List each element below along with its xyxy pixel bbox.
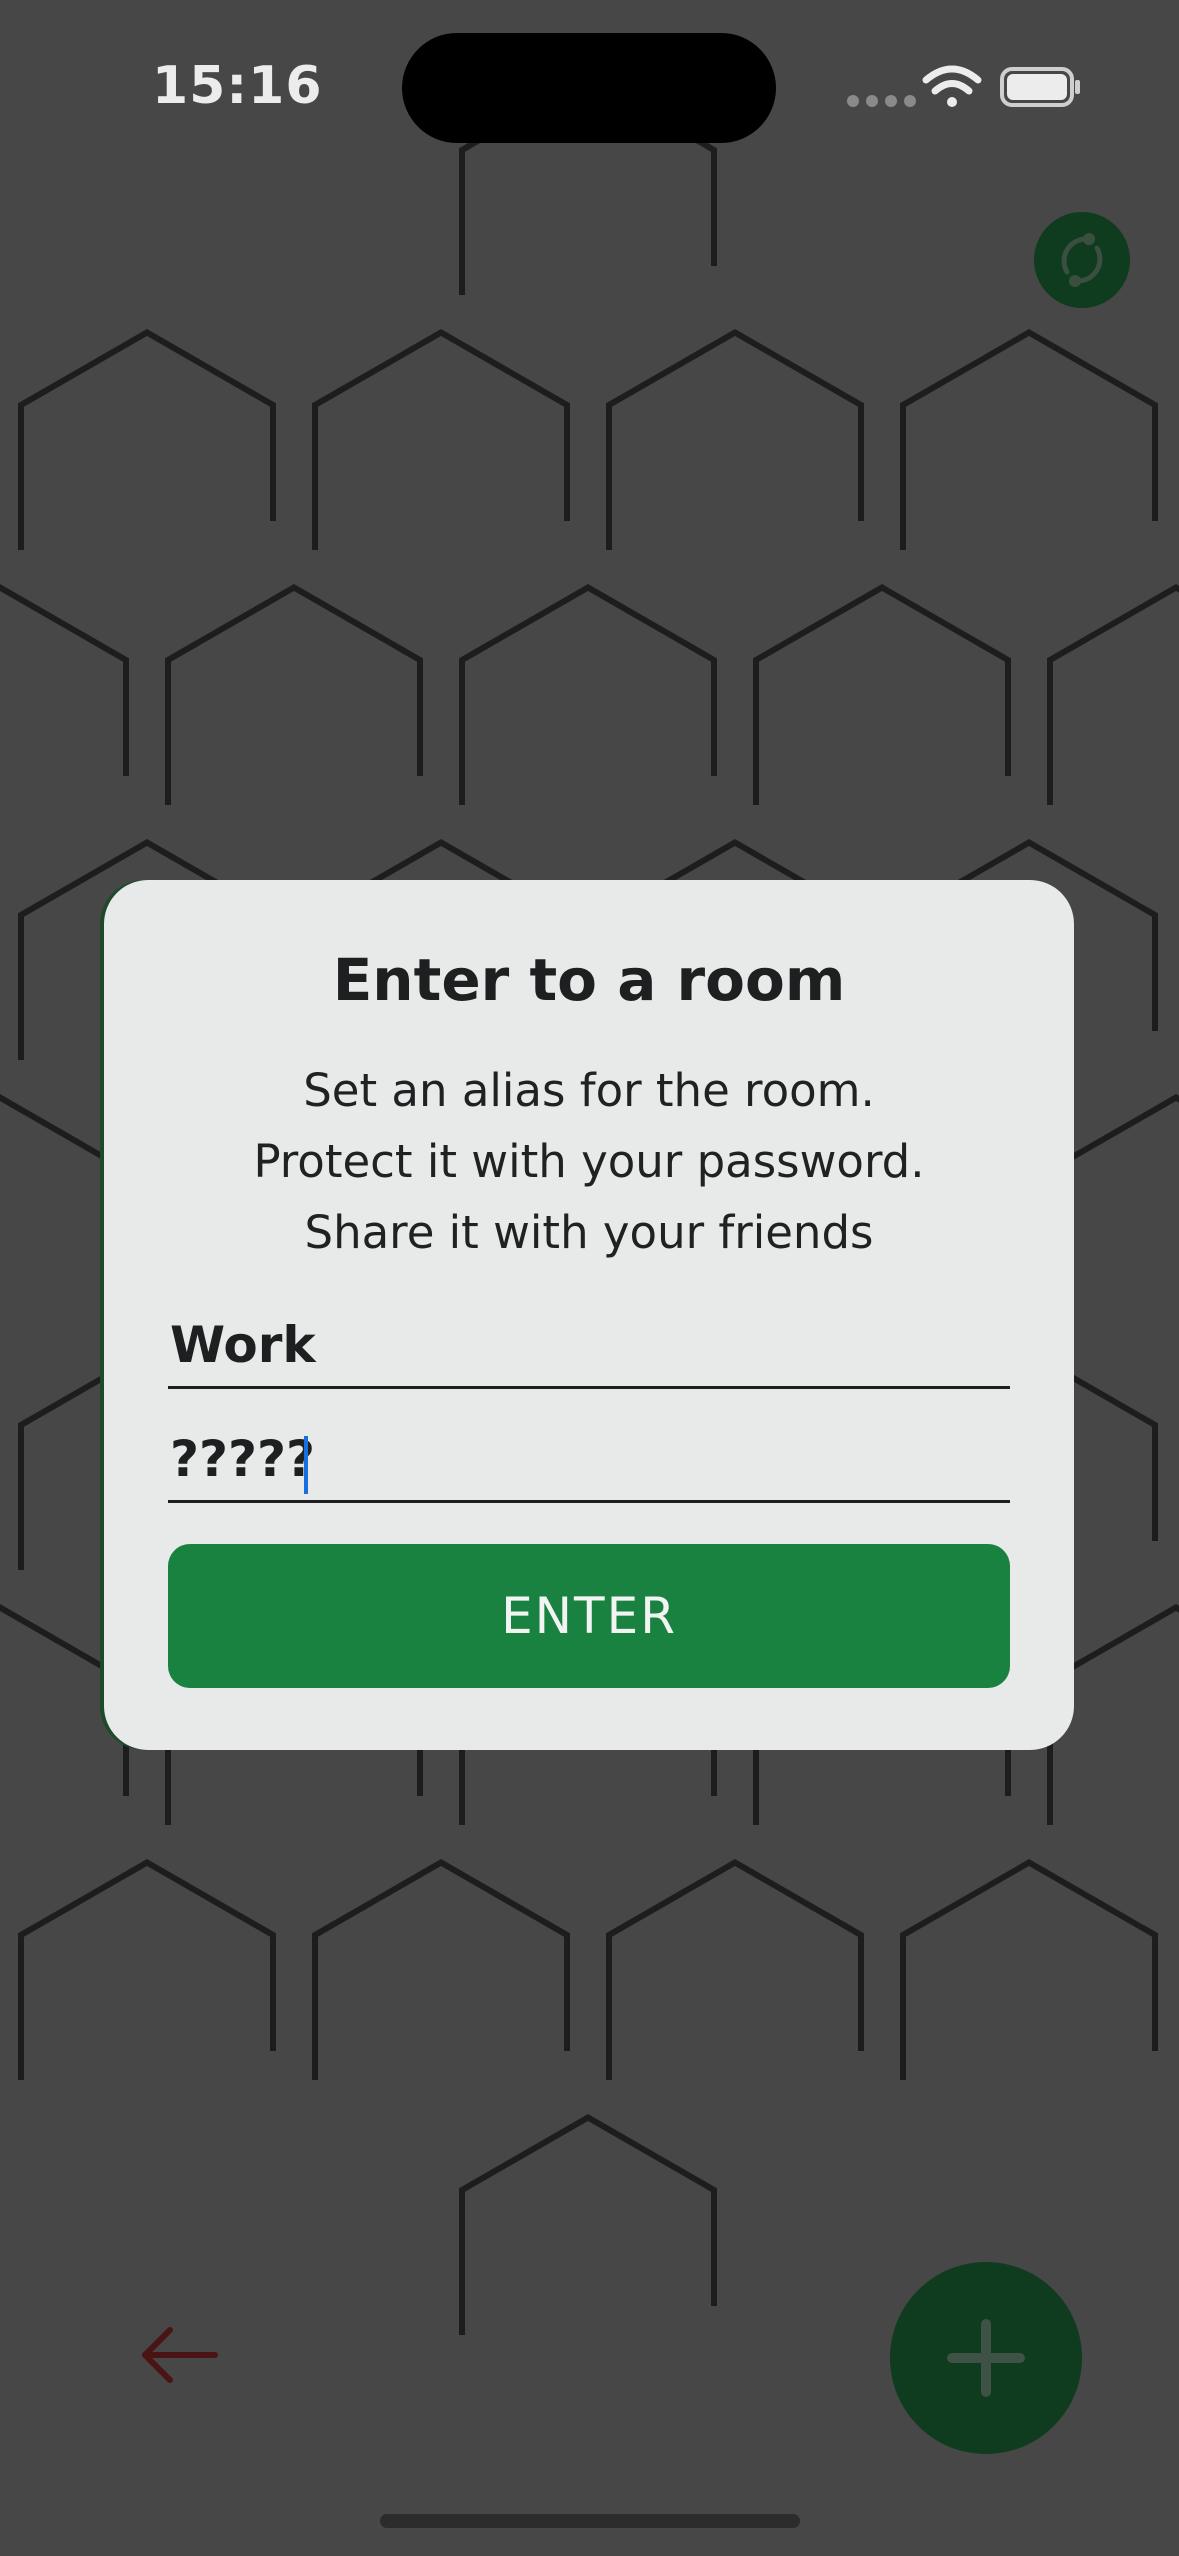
home-indicator — [380, 2514, 800, 2528]
hexagon-outline — [1047, 584, 1179, 805]
hexagon-outline — [312, 329, 570, 550]
dialog-title: Enter to a room — [332, 946, 846, 1014]
arrow-left-icon — [142, 2327, 218, 2383]
dialog-description-line: Protect it with your password. — [253, 1135, 925, 1188]
hexagon-outline — [900, 1859, 1158, 2080]
hexagon-outline — [900, 329, 1158, 550]
hexagon-outline — [18, 329, 276, 550]
text-caret — [304, 1436, 308, 1494]
add-room-button[interactable] — [890, 2262, 1082, 2454]
hexagon-outline — [753, 584, 1011, 805]
hexagon-outline — [0, 584, 129, 776]
sync-icon — [1061, 233, 1103, 287]
back-button[interactable] — [130, 2310, 230, 2400]
password-field[interactable]: ????? — [168, 1430, 1010, 1503]
hexagon-outline — [312, 1859, 570, 2080]
hexagon-outline — [606, 329, 864, 550]
enter-room-dialog: Enter to a room Set an alias for the roo… — [104, 880, 1074, 1750]
wifi-icon — [922, 65, 982, 107]
plus-icon — [947, 2319, 1025, 2397]
alias-field[interactable]: Work — [168, 1316, 1010, 1389]
hexagon-outline — [459, 2114, 717, 2335]
status-icons — [840, 58, 1080, 118]
hexagon-outline — [165, 584, 423, 805]
dynamic-island — [402, 33, 776, 143]
enter-button[interactable]: ENTER — [168, 1544, 1010, 1688]
dialog-description-line: Set an alias for the room. — [303, 1064, 875, 1117]
hexagon-outline — [606, 1859, 864, 2080]
dialog-description-line: Share it with your friends — [304, 1206, 874, 1259]
battery-icon — [1000, 67, 1080, 107]
alias-field-value: Work — [170, 1316, 316, 1374]
hexagon-outline — [18, 1859, 276, 2080]
hexagon-outline — [459, 584, 717, 805]
signal-dots-icon — [847, 95, 916, 107]
status-time: 15:16 — [152, 56, 323, 116]
password-field-value: ????? — [170, 1430, 316, 1488]
sync-button[interactable] — [1034, 212, 1130, 308]
